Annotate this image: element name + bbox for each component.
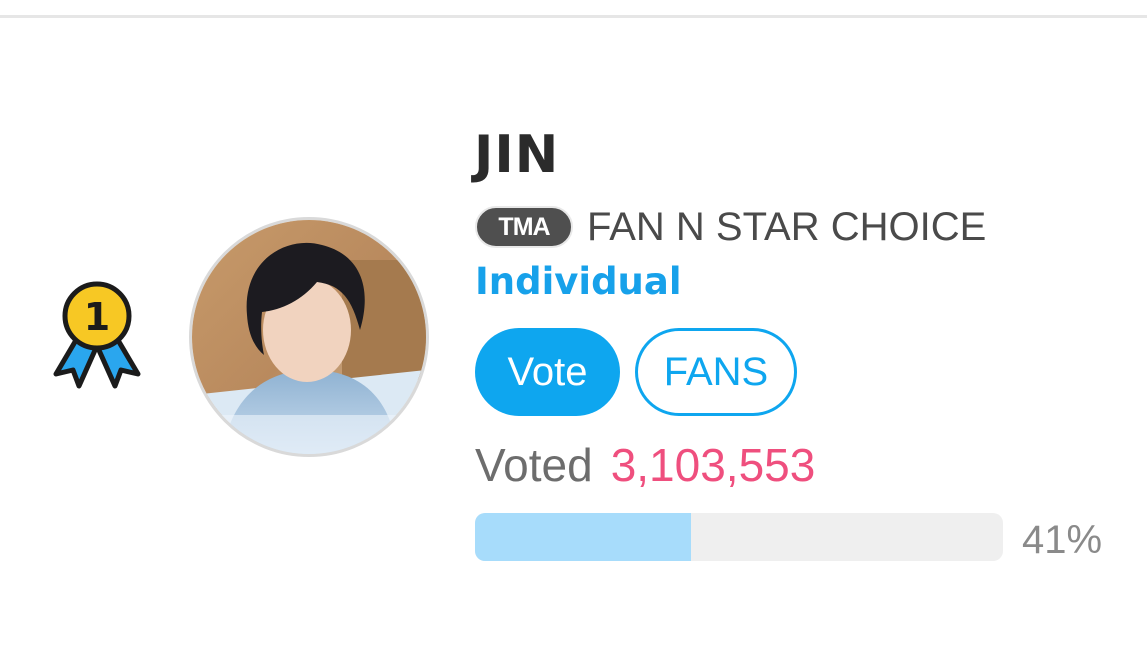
award-title: FAN N STAR CHOICE (587, 205, 987, 249)
top-divider (0, 15, 1147, 18)
rank-number: 1 (84, 295, 110, 339)
voted-label: Voted (475, 439, 593, 491)
tma-logo: TMA (475, 206, 573, 248)
vote-button[interactable]: Vote (475, 328, 620, 416)
vote-progress-fill (475, 513, 692, 561)
avatar[interactable] (189, 217, 429, 457)
first-place-ribbon-icon: 1 (46, 278, 148, 392)
award-row: TMA FAN N STAR CHOICE (475, 203, 986, 251)
vote-count-row: Voted 3,103,553 (475, 438, 815, 494)
vote-progress-bar (475, 513, 1003, 561)
category-label: Individual (475, 260, 682, 303)
candidate-name: JIN (474, 125, 560, 185)
vote-count: 3,103,553 (610, 439, 816, 491)
vote-card: 1 JIN TMA FAN N STAR CHOICE Individual V… (0, 0, 1147, 647)
vote-percent: 41% (1022, 518, 1103, 562)
fans-button[interactable]: FANS (635, 328, 797, 416)
